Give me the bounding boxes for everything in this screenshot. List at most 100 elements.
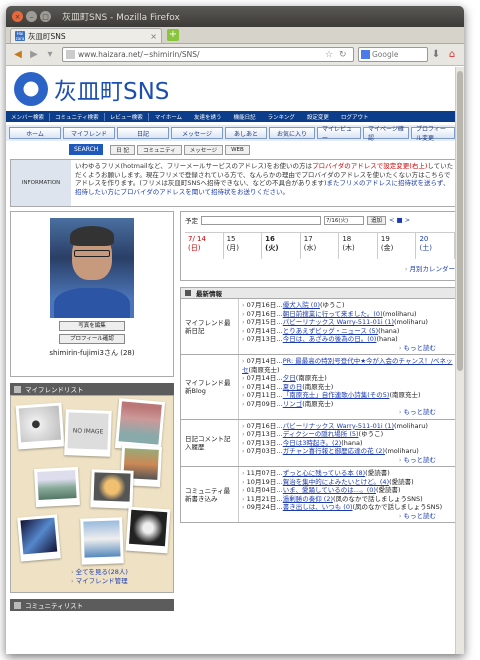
menu-home[interactable]: ホーム (9, 127, 61, 139)
friend-photo[interactable] (17, 514, 61, 562)
browser-tab[interactable]: Hai zara 灰皿町SNS × (10, 28, 162, 43)
schedule-date-select[interactable]: 7/16(火) (324, 215, 364, 225)
calendar-day[interactable]: 7/ 14 (日) (185, 233, 224, 259)
menu-footprints[interactable]: あしあと (225, 127, 267, 139)
news-link[interactable]: 優犬入院 (0) (283, 301, 320, 309)
news-item: 07月13日…今日は、あざみの後為の日。(0)(hana) (242, 335, 456, 344)
news-link[interactable]: 過剰勝の奏仰 (2) (283, 495, 333, 503)
window-title: 灰皿町SNS - Mozilla Firefox (62, 13, 180, 23)
manage-friends-link[interactable]: マイフレンド管理 (71, 577, 128, 585)
menu-myreview[interactable]: マイレビュー (317, 126, 361, 142)
menu-favorites[interactable]: お気に入り (269, 127, 315, 139)
collapse-icon[interactable] (14, 601, 21, 609)
news-link[interactable]: 「南原充士」自作連歌小詩集(その5) (283, 391, 390, 399)
news-link[interactable]: 朝日前搜業に行って来ました。(0) (283, 310, 383, 318)
menu-myfriend[interactable]: マイフレンド (63, 127, 115, 139)
menu-profile-edit[interactable]: プロフィール変更 (411, 126, 455, 142)
news-link[interactable]: とりあえずビッグ・ニュース (5) (283, 327, 378, 335)
new-tab-icon[interactable]: + (167, 29, 179, 41)
profile-check-button[interactable]: プロフィール確認 (59, 334, 125, 344)
friend-photo[interactable] (114, 398, 166, 452)
minimize-window-icon[interactable]: – (26, 11, 37, 22)
download-icon[interactable]: ⬇ (428, 49, 444, 60)
menu-feature-diary[interactable]: 機能日記 (228, 113, 262, 121)
friend-photo[interactable] (15, 402, 65, 450)
menu-ranking[interactable]: ランキング (262, 113, 301, 121)
scrollbar-thumb[interactable] (457, 71, 463, 371)
home-icon[interactable]: ⌂ (444, 49, 460, 60)
news-item: 07月16日…パビーリナックス Warry-511-01i (1)(moliha… (242, 422, 456, 431)
menu-mypage-check[interactable]: マイページ確認 (363, 126, 409, 142)
profile-photo[interactable] (50, 218, 134, 318)
friend-photo[interactable] (90, 469, 134, 509)
reload-icon[interactable]: ↻ (339, 50, 353, 60)
read-more-link[interactable]: もっと読む (242, 512, 456, 521)
calendar-day[interactable]: 20 (土) (416, 233, 456, 259)
read-more-link[interactable]: もっと読む (242, 456, 456, 465)
menu-settings[interactable]: 設定変更 (301, 113, 335, 121)
info-settings-link[interactable]: プロバイダのアドレスで設定変更(右上) (312, 162, 427, 170)
friend-photo-noimage[interactable]: NO IMAGE (64, 409, 112, 457)
search-button[interactable]: SEARCH (69, 144, 104, 155)
news-link[interactable]: ずっと心に残っている本 (8) (283, 469, 365, 477)
friend-photo[interactable] (34, 466, 80, 508)
menu-logout[interactable]: ログアウト (335, 113, 375, 121)
menu-invite[interactable]: 友達を誘う (188, 113, 228, 121)
news-link[interactable]: リンゴ (283, 400, 303, 408)
search-community-button[interactable]: コミュニティ (137, 144, 182, 155)
edit-photo-button[interactable]: 写真を編集 (59, 321, 125, 331)
url-bar[interactable]: www.haizara.net/~shimirin/SNS/ ☆ ↻ (62, 47, 354, 62)
search-web-button[interactable]: WEB (225, 144, 250, 155)
calendar-day-today[interactable]: 16 (火) (262, 233, 301, 259)
news-link[interactable]: 夕日 (283, 374, 296, 382)
tab-close-icon[interactable]: × (150, 32, 157, 41)
news-link[interactable]: いま、愛踊しているのは…。(0) (283, 486, 376, 494)
back-arrow-icon[interactable]: ◀ (10, 49, 26, 60)
vertical-scrollbar[interactable] (455, 67, 464, 654)
news-group-community: コミュニティ最新書き込み 11月07日…ずっと心に残っている本 (8)(愛読書)… (180, 467, 460, 523)
site-logo-text[interactable]: 灰皿町SNS (54, 72, 169, 106)
read-more-link[interactable]: もっと読む (242, 408, 456, 417)
monthly-calendar-link[interactable]: 月別カレンダー (185, 263, 456, 273)
news-link[interactable]: ガチャン喜行報と御歴応達の花 (2) (283, 447, 385, 455)
calendar-day[interactable]: 15 (月) (224, 233, 263, 259)
schedule-nav[interactable]: < ■ > (389, 216, 410, 224)
close-window-icon[interactable]: × (12, 11, 23, 22)
search-box[interactable]: Google (358, 47, 428, 62)
search-diary-button[interactable]: 日 記 (110, 144, 136, 155)
menu-community-search[interactable]: コミュニティ検索 (50, 112, 105, 121)
news-link[interactable]: 今日は3時起き。(2) (283, 439, 342, 447)
schedule-add-button[interactable]: 追加 (367, 215, 387, 225)
news-link[interactable]: パビーリナックス Warry-511-01i (1) (283, 318, 394, 326)
calendar-day[interactable]: 17 (水) (301, 233, 340, 259)
read-more-link[interactable]: もっと読む (242, 344, 456, 353)
news-link[interactable]: 書き出しは、いつも (0) (283, 503, 353, 511)
calendar-day[interactable]: 19 (金) (378, 233, 417, 259)
bookmark-star-icon[interactable]: ☆ (325, 50, 339, 60)
search-menu: SEARCH 日 記 コミュニティ メッセージ WEB (6, 143, 464, 156)
search-message-button[interactable]: メッセージ (183, 144, 224, 155)
news-link[interactable]: 今日は、あざみの後為の日。(0) (283, 335, 377, 343)
menu-member-search[interactable]: メンバー検索 (6, 112, 51, 121)
news-item: 01月04日…いま、愛踊しているのは…。(0)(愛読書) (242, 486, 456, 495)
menu-myhome[interactable]: マイホーム (149, 113, 188, 121)
schedule-input[interactable] (201, 215, 321, 225)
forward-arrow-icon[interactable]: ▶ (26, 49, 42, 60)
menu-message[interactable]: メッセージ (171, 127, 223, 139)
news-link[interactable]: ディクシーの隠れ場所 (5) (283, 430, 359, 438)
collapse-icon[interactable] (14, 385, 21, 393)
maximize-window-icon[interactable]: □ (40, 11, 51, 22)
friend-photo[interactable] (125, 506, 171, 554)
news-link[interactable]: 賀治を集中的によみたいとけど。(4) (283, 478, 389, 486)
see-all-friends-link[interactable]: 全てを見る(28人) (71, 568, 128, 576)
menu-review-search[interactable]: レビュー検索 (105, 112, 149, 121)
news-link[interactable]: パビーリナックス Warry-511-01i (1) (283, 422, 394, 430)
news-link[interactable]: 夏の日 (283, 383, 303, 391)
calendar-day[interactable]: 18 (木) (339, 233, 378, 259)
friend-photo[interactable] (80, 517, 124, 565)
site-identity-icon[interactable] (66, 50, 75, 59)
menu-diary[interactable]: 日記 (117, 127, 169, 139)
history-dropdown-icon[interactable]: ▾ (42, 49, 58, 60)
site-logo-icon[interactable] (14, 72, 48, 106)
news-header: 最新情報 (180, 287, 460, 299)
